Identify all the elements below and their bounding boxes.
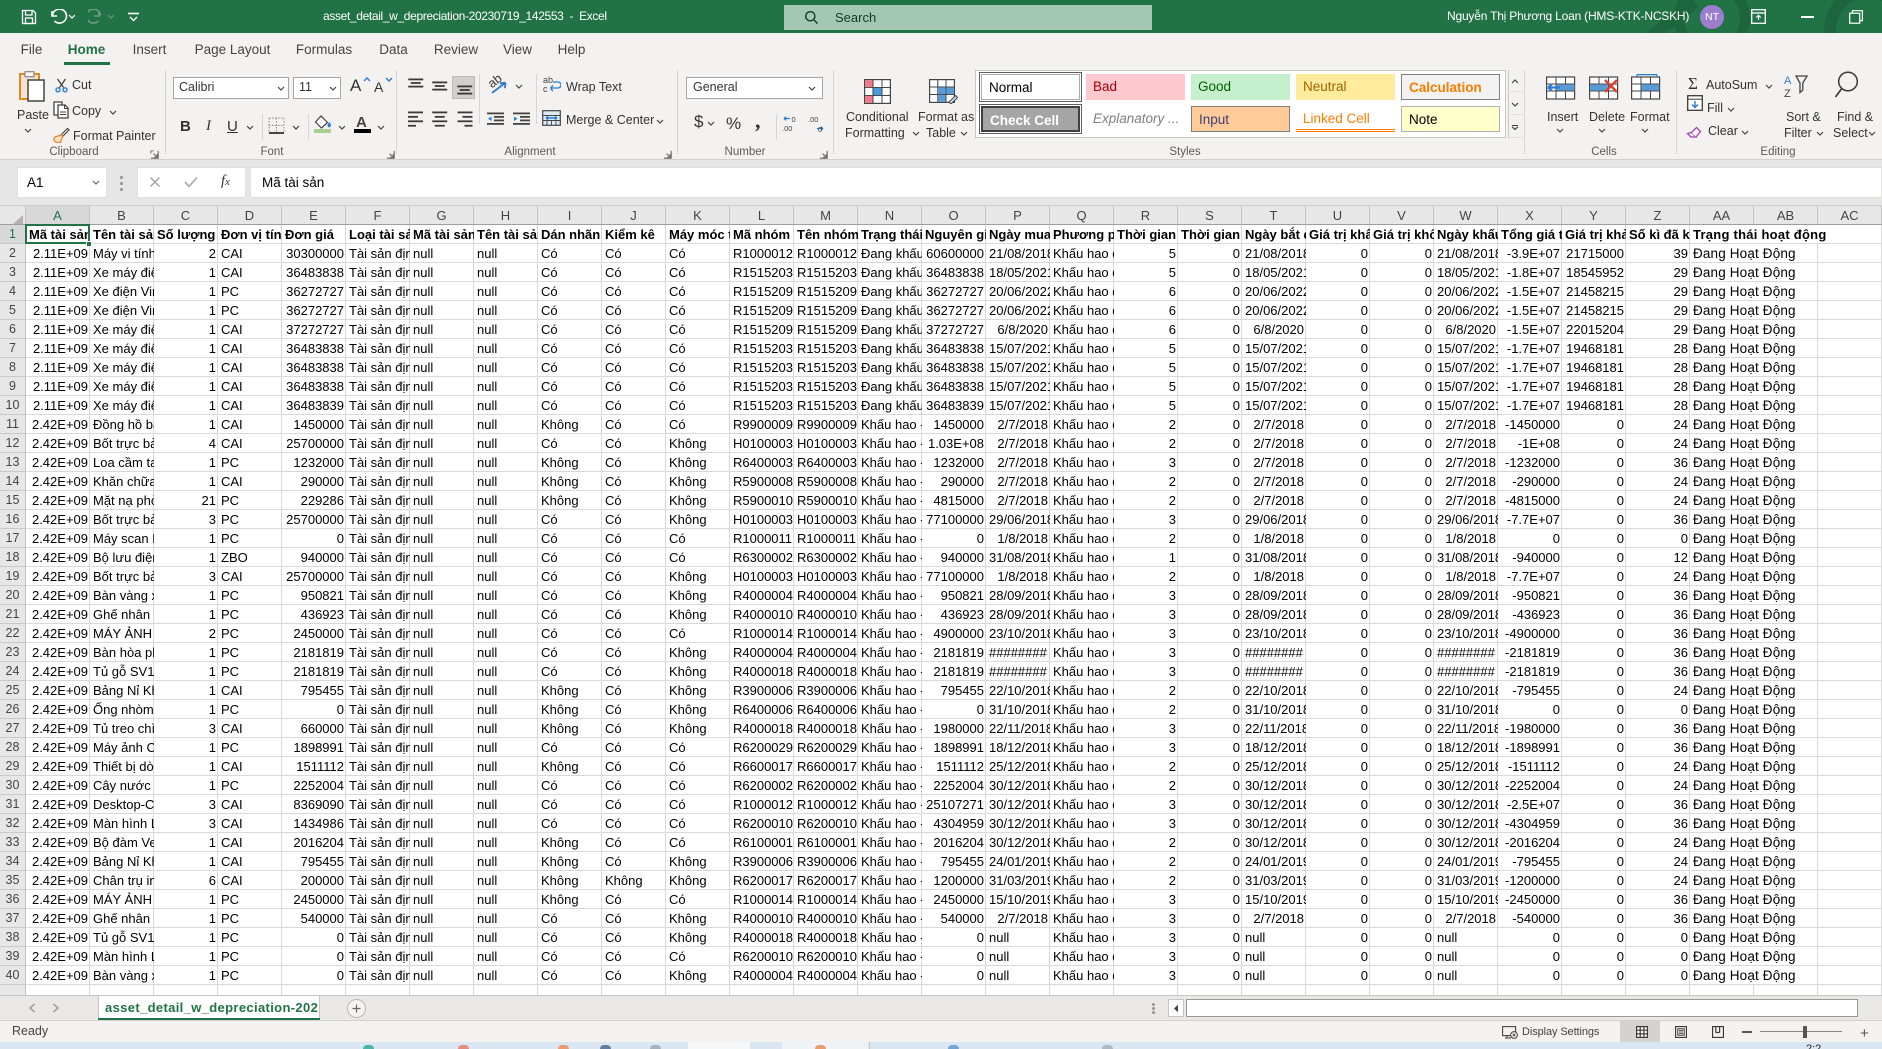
svg-text:0: 0 — [818, 125, 822, 133]
svg-text:0: 0 — [792, 115, 796, 124]
svg-text:Z: Z — [1784, 88, 1791, 100]
svg-text:.00: .00 — [782, 124, 792, 133]
svg-text:A: A — [1784, 75, 1792, 87]
svg-text:.00: .00 — [808, 115, 818, 124]
svg-text:c: c — [543, 84, 548, 93]
